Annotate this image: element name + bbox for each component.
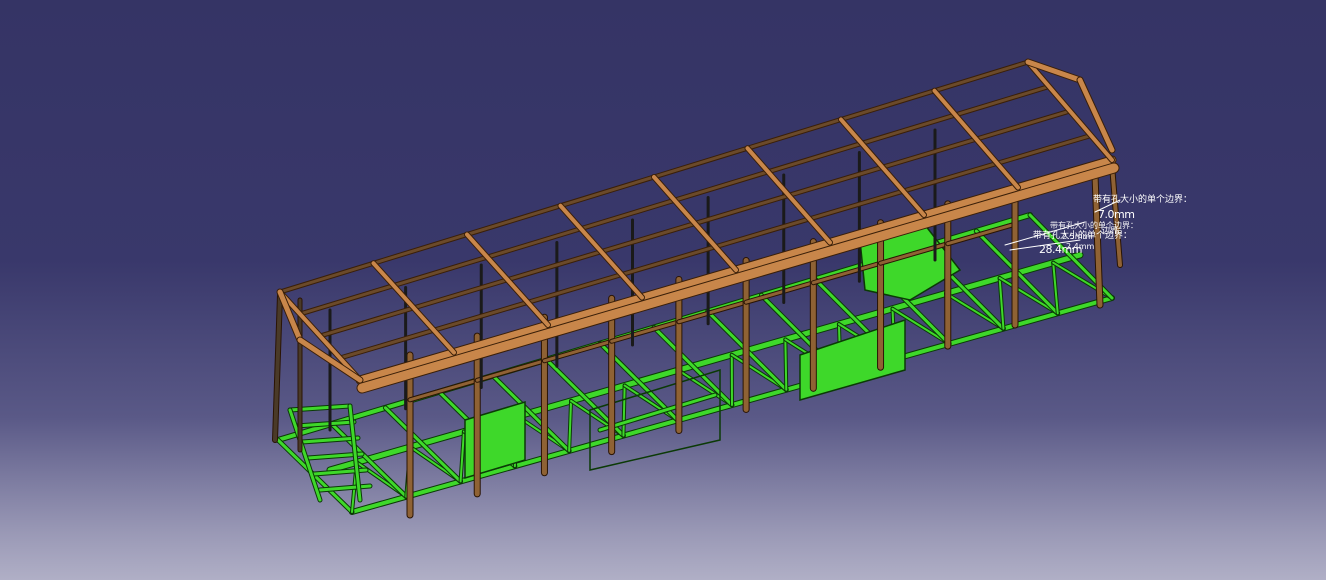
bus-frame-model[interactable] (0, 0, 1326, 580)
window-rail (610, 320, 681, 343)
roof-bow (652, 175, 738, 272)
roof-bow (278, 290, 362, 382)
3d-viewport[interactable]: 带有孔大小的单个边界： 7.0mm 带有孔大小的单个边界： 边界： 2.5mm … (0, 0, 1326, 580)
annotation-label-2[interactable]: 带有孔大小的单个边界： (1033, 232, 1132, 241)
window-rail (475, 359, 546, 382)
annotation-overlap-value-b[interactable]: 2.4mm (1066, 243, 1094, 251)
rear-step (294, 420, 356, 428)
roof-bow (745, 146, 832, 245)
window-rail (744, 281, 815, 304)
chassis-brace (622, 384, 626, 437)
roof-bow (558, 203, 644, 300)
rear-pillar (273, 293, 282, 442)
roof-bow (839, 117, 926, 217)
annotation-label-1[interactable]: 带有孔大小的单个边界： (1093, 196, 1192, 205)
roof-bow (371, 261, 456, 355)
chassis-crossmember (383, 406, 463, 483)
annotation-value-1[interactable]: 7.0mm (1098, 209, 1135, 220)
roof-bow (465, 232, 550, 327)
chassis-brace (784, 338, 788, 391)
roof-bow (932, 88, 1020, 190)
window-rail (542, 339, 614, 363)
